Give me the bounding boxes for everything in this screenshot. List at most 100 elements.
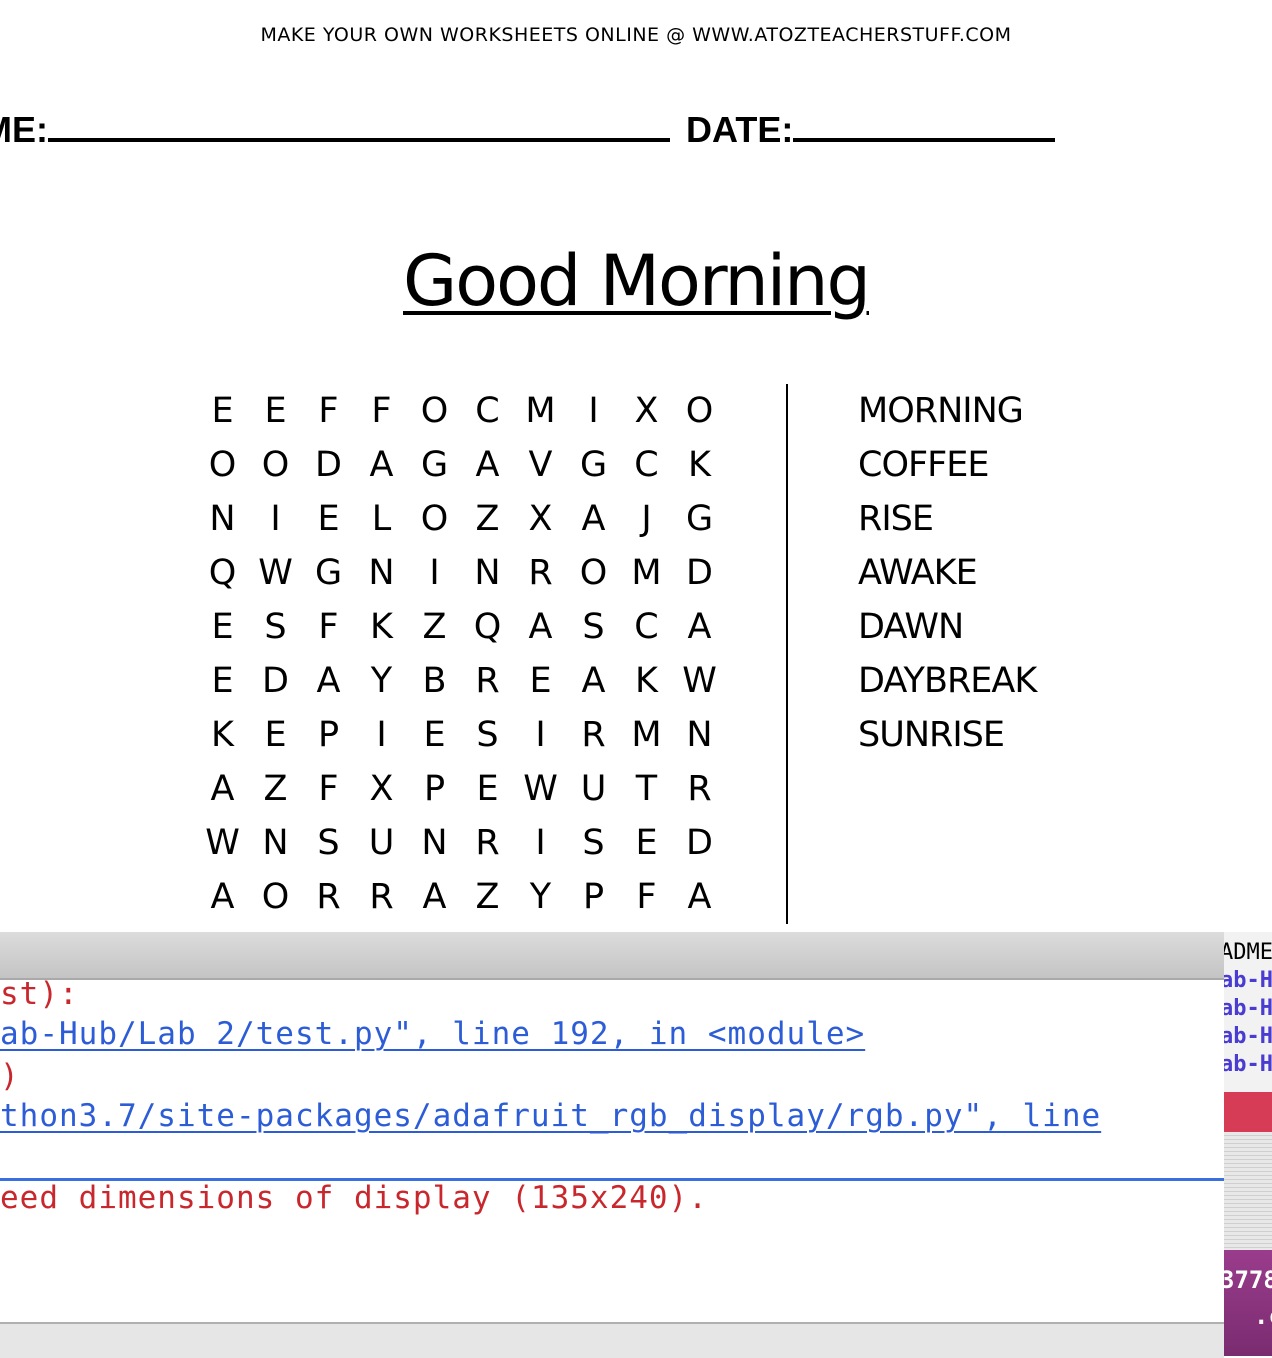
grid-letter: S bbox=[582, 607, 605, 647]
side-window-suffix: .c bbox=[1254, 1302, 1272, 1330]
grid-letter: N bbox=[474, 553, 501, 593]
side-window-line[interactable]: ab-H bbox=[1224, 968, 1272, 993]
grid-letter: P bbox=[317, 715, 340, 755]
grid-letter: M bbox=[631, 715, 662, 755]
grid-letter: I bbox=[429, 553, 440, 593]
grid-letter: G bbox=[579, 445, 608, 485]
word-list-item: SUNRISE bbox=[858, 715, 1005, 755]
grid-letter: I bbox=[588, 391, 599, 431]
grid-letter: R bbox=[316, 877, 341, 917]
grid-letter: S bbox=[264, 607, 287, 647]
grid-letter: N bbox=[262, 823, 289, 863]
date-label: DATE: bbox=[686, 109, 794, 150]
grid-letter: R bbox=[581, 715, 606, 755]
grid-row: QWGNINROMD bbox=[196, 546, 756, 600]
grid-row: ESFKZQASCA bbox=[196, 600, 756, 654]
grid-letter: O bbox=[685, 391, 714, 431]
grid-letter: F bbox=[318, 391, 339, 431]
traceback-library-link[interactable]: thon3.7/site-packages/adafruit_rgb_displ… bbox=[0, 1098, 1101, 1134]
grid-letter: A bbox=[581, 499, 606, 539]
grid-row: AORRAZYPFA bbox=[196, 870, 756, 924]
grid-letter: E bbox=[529, 661, 552, 701]
grid-letter: Z bbox=[475, 499, 500, 539]
side-window-line[interactable]: ab-H bbox=[1224, 1024, 1272, 1049]
date-blank-line bbox=[793, 108, 1056, 142]
grid-letter: N bbox=[209, 499, 236, 539]
grid-letter: Z bbox=[422, 607, 447, 647]
word-list-item: AWAKE bbox=[858, 553, 978, 593]
grid-row: OODAGAVGCK bbox=[196, 438, 756, 492]
grid-letter: Y bbox=[529, 877, 552, 917]
side-window-red-bar bbox=[1224, 1092, 1272, 1132]
grid-letter: X bbox=[634, 391, 659, 431]
grid-row: KEPIESIRMN bbox=[196, 708, 756, 762]
grid-letter: E bbox=[635, 823, 658, 863]
grid-letter: D bbox=[262, 661, 289, 701]
grid-letter: L bbox=[371, 499, 392, 539]
grid-letter: Z bbox=[263, 769, 288, 809]
grid-letter: X bbox=[369, 769, 394, 809]
grid-letter: R bbox=[687, 769, 712, 809]
grid-letter: O bbox=[261, 877, 290, 917]
grid-letter: D bbox=[686, 553, 713, 593]
grid-letter: U bbox=[368, 823, 395, 863]
grid-letter: E bbox=[264, 391, 287, 431]
grid-letter: A bbox=[475, 445, 500, 485]
grid-letter: I bbox=[270, 499, 281, 539]
terminal-titlebar[interactable] bbox=[0, 932, 1224, 980]
side-window-header: ADME bbox=[1224, 940, 1272, 965]
grid-letter: Y bbox=[370, 661, 393, 701]
grid-row: NIELOZXAJG bbox=[196, 492, 756, 546]
grid-row: EDAYBREAKW bbox=[196, 654, 756, 708]
grid-letter: V bbox=[528, 445, 553, 485]
grid-letter: F bbox=[318, 607, 339, 647]
grid-letter: I bbox=[535, 823, 546, 863]
grid-letter: F bbox=[371, 391, 392, 431]
grid-letter: O bbox=[420, 499, 449, 539]
grid-letter: E bbox=[211, 661, 234, 701]
side-window-number: 3778 bbox=[1224, 1266, 1272, 1294]
name-label: ME: bbox=[0, 109, 48, 150]
grid-letter: C bbox=[634, 445, 659, 485]
worksheet-title: Good Morning bbox=[403, 240, 871, 322]
grid-letter: O bbox=[261, 445, 290, 485]
grid-letter: F bbox=[636, 877, 657, 917]
word-search-grid: EEFFOCMIXOOODAGAVGCKNIELOZXAJGQWGNINROMD… bbox=[196, 384, 756, 924]
traceback-header: st): bbox=[0, 976, 79, 1012]
grid-letter: Q bbox=[473, 607, 502, 647]
grid-letter: G bbox=[420, 445, 449, 485]
grid-letter: I bbox=[535, 715, 546, 755]
grid-letter: E bbox=[423, 715, 446, 755]
grid-letter: A bbox=[581, 661, 606, 701]
grid-letter: O bbox=[208, 445, 237, 485]
grid-letter: E bbox=[211, 607, 234, 647]
grid-letter: R bbox=[475, 661, 500, 701]
word-list-item: RISE bbox=[858, 499, 934, 539]
grid-letter: D bbox=[315, 445, 342, 485]
grid-letter: W bbox=[205, 823, 240, 863]
grid-letter: R bbox=[528, 553, 553, 593]
side-window-line[interactable]: ab-H bbox=[1224, 1052, 1272, 1077]
date-field: DATE: bbox=[686, 108, 1056, 150]
word-list-item: DAYBREAK bbox=[858, 661, 1037, 701]
side-window[interactable]: ADME ab-H ab-H ab-H ab-H 3778 .c bbox=[1224, 932, 1272, 1356]
terminal-output[interactable]: st): ab-Hub/Lab 2/test.py", line 192, in… bbox=[0, 976, 1224, 1324]
grid-letter: A bbox=[687, 607, 712, 647]
side-window-line[interactable]: ab-H bbox=[1224, 996, 1272, 1021]
grid-letter: J bbox=[641, 499, 652, 539]
worksheet-banner: MAKE YOUR OWN WORKSHEETS ONLINE @ WWW.AT… bbox=[260, 24, 1012, 46]
grid-letter: E bbox=[317, 499, 340, 539]
word-list-item: COFFEE bbox=[858, 445, 989, 485]
grid-letter: A bbox=[528, 607, 553, 647]
grid-letter: E bbox=[476, 769, 499, 809]
traceback-code-line: ) bbox=[0, 1058, 20, 1094]
grid-letter: K bbox=[211, 715, 234, 755]
terminal-statusbar bbox=[0, 1322, 1224, 1358]
grid-letter: C bbox=[475, 391, 500, 431]
traceback-file-link[interactable]: ab-Hub/Lab 2/test.py", line 192, in <mod… bbox=[0, 1016, 865, 1052]
grid-letter: Q bbox=[208, 553, 237, 593]
grid-row: EEFFOCMIXO bbox=[196, 384, 756, 438]
grid-letter: W bbox=[682, 661, 717, 701]
grid-letter: U bbox=[580, 769, 607, 809]
grid-letter: S bbox=[582, 823, 605, 863]
